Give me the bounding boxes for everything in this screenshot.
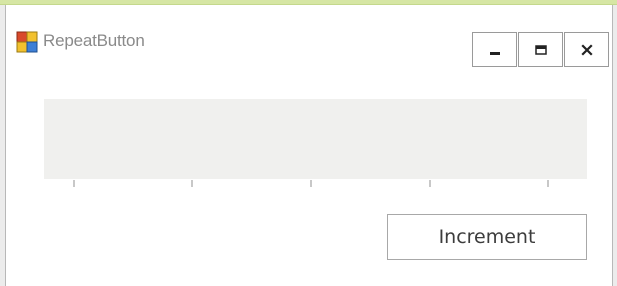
application-window: RepeatButton Increment [0, 0, 617, 286]
window-top-border [0, 0, 617, 5]
slider-track[interactable] [44, 99, 587, 179]
window-title: RepeatButton [43, 31, 145, 50]
window-right-border [612, 5, 617, 286]
close-icon [580, 43, 593, 56]
slider-tick [191, 180, 193, 187]
maximize-icon [534, 44, 547, 55]
app-icon [16, 31, 38, 53]
caption-buttons [472, 32, 609, 67]
slider-tick [310, 180, 312, 187]
slider-tick [429, 180, 431, 187]
close-button[interactable] [564, 32, 609, 67]
minimize-button[interactable] [472, 32, 517, 67]
slider-tick [547, 180, 549, 187]
window-left-border [0, 5, 6, 286]
maximize-button[interactable] [518, 32, 563, 67]
slider-tick [73, 180, 75, 187]
minimize-icon [489, 51, 500, 55]
increment-button[interactable]: Increment [387, 214, 587, 260]
